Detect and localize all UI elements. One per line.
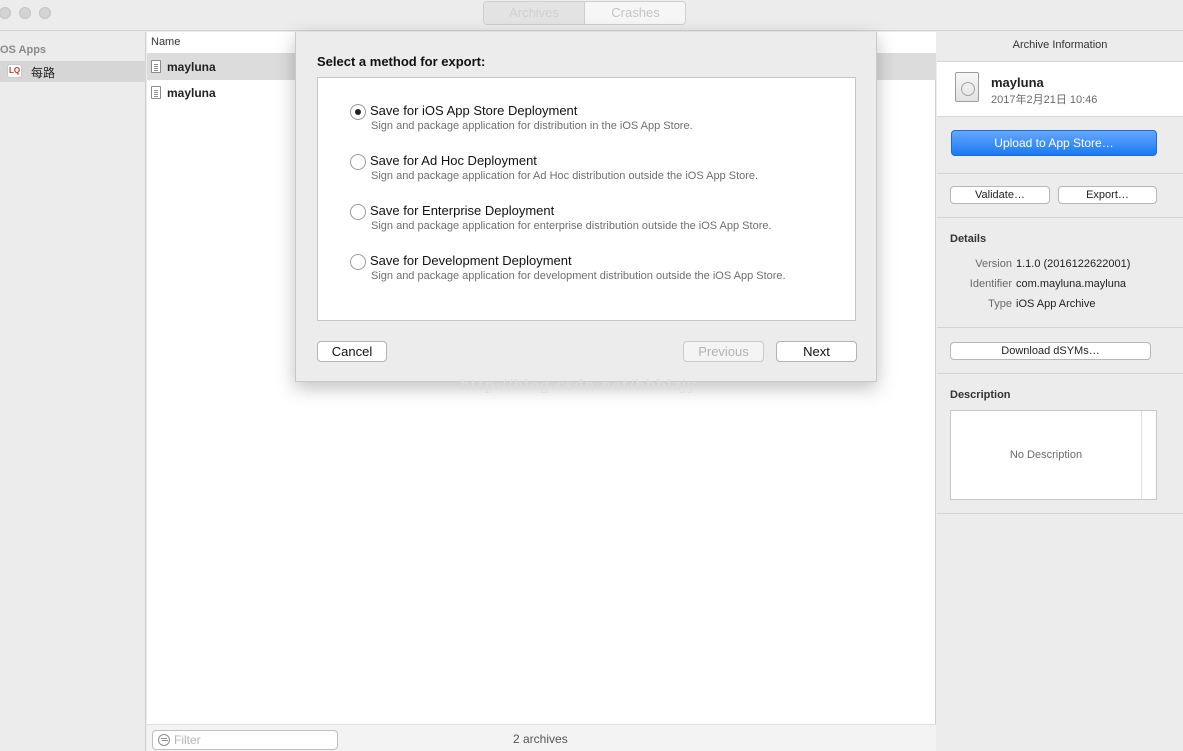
- option-description: Sign and package application for enterpr…: [371, 220, 772, 232]
- column-name-label: Name: [151, 36, 181, 48]
- archive-row-label: mayluna: [167, 60, 216, 74]
- validate-button[interactable]: Validate…: [950, 186, 1050, 204]
- divider: [937, 173, 1183, 174]
- archive-inspector: Archive Information mayluna 2017年2月21日 1…: [937, 32, 1183, 751]
- export-button[interactable]: Export…: [1058, 186, 1157, 204]
- sidebar-section-header: OS Apps: [0, 44, 47, 56]
- window-titlebar: Archives Crashes: [0, 0, 1183, 31]
- detail-value: iOS App Archive: [1016, 298, 1096, 310]
- option-development[interactable]: Save for Development Deployment Sign and…: [350, 253, 830, 289]
- option-app-store[interactable]: Save for iOS App Store Deployment Sign a…: [350, 103, 830, 139]
- divider: [937, 373, 1183, 374]
- option-description: Sign and package application for Ad Hoc …: [371, 170, 759, 182]
- description-placeholder: No Description: [1009, 449, 1083, 461]
- detail-key: Type: [988, 298, 1012, 310]
- export-options-box: Save for iOS App Store Deployment Sign a…: [317, 77, 856, 321]
- tab-archives[interactable]: Archives: [484, 2, 585, 24]
- minimize-window-icon[interactable]: [19, 7, 31, 19]
- option-title: Save for iOS App Store Deployment: [370, 103, 578, 118]
- archive-name: mayluna: [991, 75, 1044, 90]
- sidebar-item-meilu[interactable]: LQ 每路: [0, 61, 146, 82]
- details-heading: Details: [950, 233, 987, 245]
- divider: [937, 327, 1183, 328]
- zoom-window-icon[interactable]: [39, 7, 51, 19]
- archive-count: 2 archives: [513, 732, 568, 746]
- archive-doc-icon: [151, 86, 161, 99]
- sidebar: OS Apps LQ 每路: [0, 32, 146, 751]
- detail-key: Identifier: [969, 278, 1012, 290]
- list-bottom-bar: 2 archives: [147, 724, 936, 751]
- archive-date: 2017年2月21日 10:46: [991, 94, 1098, 106]
- archive-summary: mayluna 2017年2月21日 10:46: [937, 61, 1183, 117]
- option-description: Sign and package application for develop…: [371, 270, 786, 282]
- option-title: Save for Enterprise Deployment: [370, 203, 555, 218]
- radio-button[interactable]: [350, 254, 366, 270]
- app-icon: LQ: [7, 64, 22, 78]
- archives-crashes-segmented-control: Archives Crashes: [483, 1, 686, 25]
- option-description: Sign and package application for distrib…: [371, 120, 693, 132]
- description-heading: Description: [950, 389, 1011, 401]
- option-title: Save for Development Deployment: [370, 253, 572, 268]
- detail-key: Version: [975, 258, 1012, 270]
- watermark-text: http://blog.csdn.net/hbblzjy: [460, 376, 697, 394]
- next-button[interactable]: Next: [776, 341, 857, 362]
- radio-button[interactable]: [350, 104, 366, 120]
- radio-button[interactable]: [350, 154, 366, 170]
- sheet-title: Select a method for export:: [317, 54, 486, 69]
- option-enterprise[interactable]: Save for Enterprise Deployment Sign and …: [350, 203, 830, 239]
- filter-field[interactable]: [152, 730, 338, 750]
- option-ad-hoc[interactable]: Save for Ad Hoc Deployment Sign and pack…: [350, 153, 830, 189]
- divider: [937, 217, 1183, 218]
- filter-icon: [158, 734, 170, 746]
- close-window-icon[interactable]: [0, 7, 11, 19]
- download-dsyms-button[interactable]: Download dSYMs…: [950, 342, 1151, 360]
- option-title: Save for Ad Hoc Deployment: [370, 153, 537, 168]
- sidebar-item-label: 每路: [31, 66, 56, 80]
- cancel-button[interactable]: Cancel: [317, 341, 387, 362]
- upload-to-app-store-button[interactable]: Upload to App Store…: [951, 130, 1157, 156]
- export-method-sheet: Select a method for export: Save for iOS…: [295, 32, 877, 382]
- archive-row-label: mayluna: [167, 86, 216, 100]
- previous-button[interactable]: Previous: [683, 341, 764, 362]
- detail-value: com.mayluna.mayluna: [1016, 278, 1127, 290]
- description-text-area[interactable]: No Description: [950, 410, 1157, 500]
- inspector-title: Archive Information: [1012, 39, 1108, 51]
- archive-file-icon: [955, 72, 979, 102]
- filter-input[interactable]: [174, 733, 324, 747]
- divider: [937, 513, 1183, 514]
- radio-button[interactable]: [350, 204, 366, 220]
- tab-crashes[interactable]: Crashes: [585, 2, 685, 24]
- detail-value: 1.1.0 (2016122622001): [1016, 258, 1131, 270]
- archive-doc-icon: [151, 60, 161, 73]
